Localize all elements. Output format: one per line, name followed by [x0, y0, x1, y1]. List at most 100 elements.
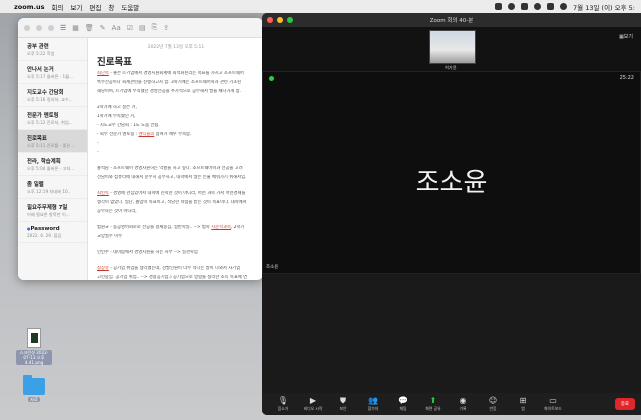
list-item[interactable]: 안나서 논거 오후 5:17 올바른 - 1월... — [18, 61, 87, 84]
note-title: 진로목표 — [97, 57, 132, 68]
note-text: 특수전공이나 회계관련을 진행하고자 함. 3학기에는 소프트웨어학과 관련 기… — [97, 80, 242, 85]
note-text: - 공기업 취업을 생각했는데, 선발인원이 너무 적다는 말이 나와서 사기업 — [108, 266, 241, 271]
checklist-icon[interactable]: ☑ — [127, 24, 133, 32]
minimize-button[interactable] — [36, 24, 42, 31]
window-title: Zoom 회의 40-분 — [429, 18, 474, 24]
note-text: 법원교 - 통공영어회로로 전공을 결제중심, 일반학일.. --> 법학 — [97, 225, 212, 230]
control-label: 기록 — [459, 406, 467, 411]
note-text: - 지도교수 간담회 : 1도 도움 안됨. — [97, 123, 160, 128]
note-line: 특수전공이나 회계관련을 진행하고자 함. 3학기에는 소프트웨어학과 관련 기… — [97, 80, 255, 86]
note-paragraphs: 최단목 - 좋은 IT기업에서 경영지원회계에 최적화된리는 목표를 가지고 소… — [97, 71, 255, 280]
share-screen-button[interactable]: ⬆ 화면 공유 — [418, 396, 448, 412]
security-status-icon — [269, 76, 274, 81]
share-icon[interactable]: ⇪ — [163, 24, 169, 32]
menu-item-view[interactable]: 보기 — [70, 2, 82, 12]
microphone-button[interactable]: 🎙 음소거 — [268, 396, 298, 412]
menu-item-help[interactable]: 도움말 — [121, 2, 139, 12]
view-button[interactable]: 보기 — [619, 33, 633, 40]
control-center-icon[interactable] — [547, 3, 555, 10]
list-item[interactable]: 필요주무제형 7일 어제 필요한 항목만 이... — [18, 199, 87, 222]
wifi-icon[interactable] — [534, 3, 542, 10]
compose-icon[interactable]: ✎ — [100, 24, 106, 32]
note-line: 2학기에 하고 싶은 거, — [97, 105, 255, 111]
microphone-icon: 🎙 — [277, 396, 289, 405]
gallery-view-icon[interactable]: ▦ — [72, 24, 79, 32]
note-line: 전담이와 컴퓨터에 대해서 순수히 공부하고, 대학에서 많은 인물 배워가기 … — [97, 175, 255, 181]
desktop-folder[interactable]: 자료 — [20, 375, 48, 402]
minimize-button[interactable] — [277, 17, 283, 23]
note-line: 교양필수 이수 — [97, 234, 255, 240]
chat-icon: 💬 — [398, 396, 408, 405]
note-line: 정상유 - 공기업 취업을 생각했는데, 선발인원이 너무 적다는 말이 나와서… — [97, 266, 255, 272]
note-line: 1학기에 부족했던 거, — [97, 114, 255, 120]
spotlight-icon[interactable] — [560, 3, 568, 10]
note-highlight: 정상유 — [97, 266, 109, 271]
video-status-icon[interactable] — [495, 3, 503, 10]
delete-icon[interactable]: 🗑 — [85, 24, 94, 32]
list-item[interactable]: 전라, 학습계획 오후 5:04 올바른 - 고처... — [18, 153, 87, 176]
control-buttons: 🎙 음소거 ▶ 비디오 시작 ⛊ 보안 👥 참가자 💬 채팅 ⬆ 화면 공유 ◉ 기록 ☺ 반응 ⊞ 앱 ▭ 화이트보… — [268, 396, 568, 412]
whiteboard-icon: ▭ — [549, 396, 557, 405]
chat-button[interactable]: 💬 채팅 — [388, 396, 418, 412]
participant-thumbnail[interactable] — [429, 30, 476, 64]
menu-app-name[interactable]: zoom.us — [14, 3, 44, 11]
control-label: 앱 — [521, 406, 525, 411]
active-speaker-tile: 25:22 조소윤 조소윤 — [262, 71, 641, 274]
menu-item-window[interactable]: 창 — [108, 2, 114, 12]
menu-item-meeting[interactable]: 회의 — [51, 2, 63, 12]
video-button[interactable]: ▶ 비디오 시작 — [298, 396, 328, 412]
list-item-locked[interactable]: Password2022. 6. 29. 잠김 — [18, 222, 87, 243]
note-line: 최단목 - 좋은 IT기업에서 경영지원회계에 최적화된리는 목표를 가지고 소… — [97, 71, 255, 77]
note-line: - — [97, 150, 255, 156]
zoom-window: Zoom 회의 40-분 허가윤 보기 25:22 조소윤 조소윤 🎙음소거▶비… — [262, 13, 641, 415]
apps-button[interactable]: ⊞ 앱 — [508, 396, 538, 412]
note-line: 인턴주 - 데이탑에서 경영지원을 하는 자무 --> 일관학업 — [97, 250, 255, 256]
record-button[interactable]: ◉ 기록 — [448, 396, 478, 412]
note-line: - 지도교수 간담회 : 1도 도움 안됨. — [97, 123, 255, 129]
note-text: , 2학기 — [230, 225, 245, 230]
control-label: 화이트보드 — [544, 406, 562, 411]
close-button[interactable] — [267, 17, 273, 23]
menubar: zoom.us 회의 보기 편집 창 도움말 7월 13일 (이) 오후 5: — [0, 0, 641, 13]
list-item[interactable]: 공부 관련 오후 5:22 학업 — [18, 38, 87, 61]
note-editor[interactable]: 2022년 7월 13일 오후 5:11 진로목표 최단목 - 좋은 IT기업에… — [89, 38, 263, 280]
list-view-icon[interactable]: ☰ — [60, 24, 66, 32]
list-item[interactable]: 좀 일렬 오후 12:19 지네봐 10.. — [18, 176, 87, 199]
menu-item-edit[interactable]: 편집 — [89, 2, 101, 12]
table-icon[interactable]: ▤ — [139, 24, 146, 32]
list-item-selected[interactable]: 진로목표 오후 5:11 진로를 - 좋은... — [18, 130, 87, 153]
fullscreen-button[interactable] — [287, 17, 293, 23]
note-text: 전담이와 컴퓨터에 대해서 순수히 공부하고, 대학에서 많은 인물 배워가기 … — [97, 175, 247, 180]
list-item[interactable]: 지도교수 간담회 오후 5:16 정리하, 교수... — [18, 84, 87, 107]
whiteboard-button[interactable]: ▭ 화이트보드 — [538, 396, 568, 412]
note-line: 법원교 - 통공영어회로로 전공을 결제중심, 일반학일.. --> 법학 지문… — [97, 225, 255, 231]
battery-icon[interactable] — [521, 3, 529, 10]
control-label: 채팅 — [399, 406, 407, 411]
control-label: 반응 — [489, 406, 497, 411]
note-line: 해당이며, IT기업에 부족했던 경영전공을 추가적으로 공부해서 발을 채나가… — [97, 89, 255, 95]
note-line: - 회부 전문가 멘토링 : 멘티들의 참여가 매우 부족함. — [97, 132, 255, 138]
menubar-clock[interactable]: 7월 13일 (이) 오후 5: — [573, 2, 635, 12]
attachment-icon[interactable]: ⎘ — [152, 23, 158, 32]
security-button[interactable]: ⛊ 보안 — [328, 396, 358, 412]
format-icon[interactable]: Aa — [112, 24, 121, 32]
list-item[interactable]: 전문가 멘토링 오후 5:12 진로처, 취업... — [18, 107, 87, 130]
note-text: 고민중임. 공기업 취업.. --> 경용공기업.) 공기업으로 방향을 정리한… — [97, 275, 248, 280]
zoom-button[interactable] — [48, 24, 54, 31]
record-status-icon[interactable] — [508, 3, 516, 10]
note-line: 홍석담 - 소프트웨어 경영자원하는 역할을 하고 싶다. 소프트웨어학과 전공… — [97, 166, 255, 172]
control-label: 비디오 시작 — [303, 406, 323, 411]
participants-button[interactable]: 👥 참가자 — [358, 396, 388, 412]
desktop-file[interactable]: 스크린샷 2022-07-13 오후 4.41.png — [16, 328, 52, 365]
note-text: 2학기에 하고 싶은 거, — [97, 105, 137, 110]
note-text: - — [97, 150, 99, 155]
note-text: - — [97, 141, 99, 146]
notes-window: ☰ ▦ 🗑 ✎ Aa ☑ ▤ ⎘ ⇪ 공부 관련 오후 5:22 학업 안나서 논… — [18, 18, 263, 280]
note-text: 인턴주 - 데이탑에서 경영지원을 하는 자무 --> 일관학업 — [97, 250, 198, 255]
note-text: - 회부 전문가 멘토링 : — [97, 132, 139, 137]
note-text: - 좋은 IT기업에서 경영지원회계에 최적화된리는 목표를 가지고 소프트웨어 — [108, 71, 244, 76]
end-meeting-button[interactable]: 종료 — [614, 398, 635, 410]
control-label: 음소거 — [277, 406, 289, 411]
close-button[interactable] — [24, 24, 30, 31]
reactions-button[interactable]: ☺ 반응 — [478, 396, 508, 412]
